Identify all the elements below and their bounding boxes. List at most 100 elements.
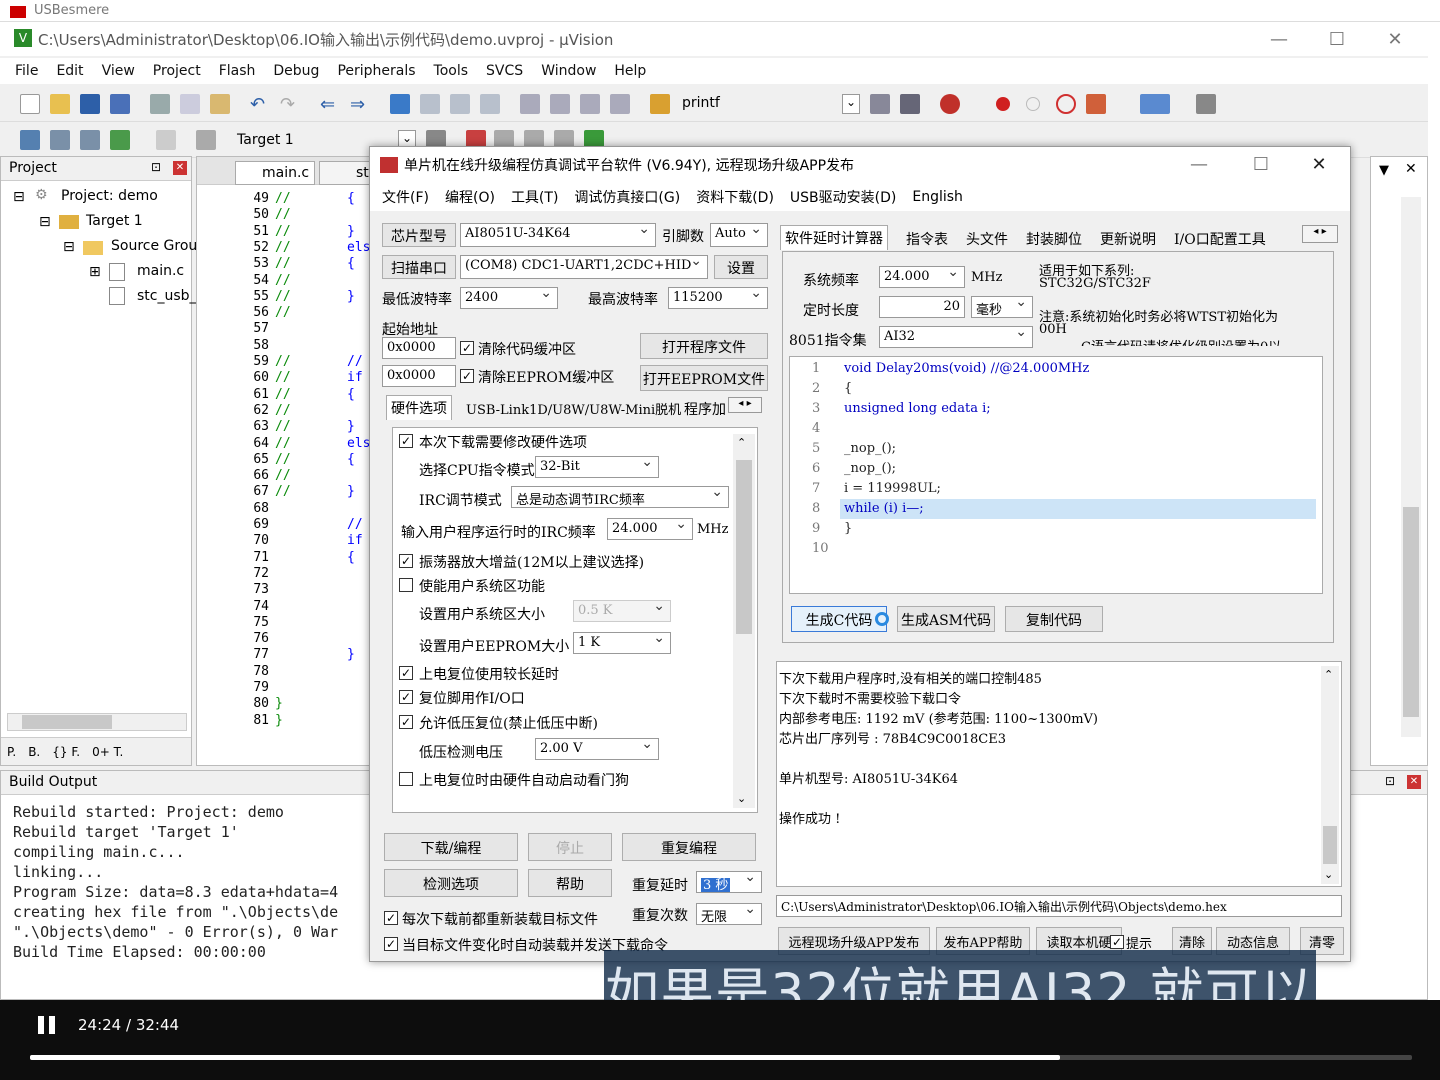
scroll-down-icon[interactable]: ⌄ — [737, 792, 746, 805]
stc-menu-program[interactable]: 编程(O) — [437, 187, 503, 207]
modify-hw-checkbox[interactable]: ✓ — [399, 434, 413, 448]
pin-icon[interactable]: ⊡ — [1385, 774, 1395, 788]
save-icon[interactable] — [80, 94, 100, 114]
tab-header-file[interactable]: 头文件 — [962, 227, 1012, 251]
find-dropdown-icon[interactable]: ⌄ — [842, 94, 860, 114]
pin-icon[interactable]: ⊡ — [151, 160, 161, 174]
eeprom-start-address-input[interactable]: 0x0000 — [382, 365, 456, 387]
prev-bookmark-icon[interactable] — [420, 94, 440, 114]
chip-type-select[interactable]: AI8051U-34K64 — [460, 223, 656, 247]
eeprom-size-select[interactable]: 1 K — [573, 632, 671, 654]
pause-icon[interactable] — [38, 1016, 44, 1034]
delay-length-input[interactable]: 20 — [879, 296, 965, 318]
help-button[interactable]: 帮助 — [528, 869, 612, 897]
scan-port-button[interactable]: 扫描串口 — [382, 255, 456, 279]
scroll-down-icon[interactable]: ⌄ — [1324, 868, 1333, 881]
tree-expand-icon[interactable]: ⊟ — [13, 189, 25, 205]
repeat-program-button[interactable]: 重复编程 — [622, 833, 756, 861]
tree-source-group[interactable]: Source Grou — [111, 238, 197, 254]
scroll-thumb[interactable] — [22, 715, 112, 729]
port-settings-button[interactable]: 设置 — [714, 255, 768, 279]
long-reset-checkbox[interactable]: ✓ — [399, 666, 413, 680]
isa-select[interactable]: AI32 — [879, 326, 1033, 348]
pause-icon-bar[interactable] — [49, 1016, 55, 1034]
menu-peripherals[interactable]: Peripherals — [328, 63, 424, 79]
tab-release-notes[interactable]: 更新说明 — [1096, 227, 1160, 251]
maximize-button[interactable]: ☐ — [1308, 22, 1366, 56]
cut-icon[interactable] — [150, 94, 170, 114]
stc-maximize-button[interactable]: ☐ — [1232, 147, 1290, 181]
video-progress-bar[interactable] — [30, 1055, 1412, 1060]
scroll-up-icon[interactable]: ⌃ — [1324, 668, 1333, 681]
pane-close-icon[interactable]: ✕ — [1405, 161, 1417, 177]
scroll-up-icon[interactable]: ⌃ — [737, 436, 746, 449]
next-bookmark-icon[interactable] — [450, 94, 470, 114]
find-text[interactable]: printf — [682, 95, 720, 111]
tab-hardware-options[interactable]: 硬件选项 — [386, 395, 452, 420]
nav-back-icon[interactable]: ⇐ — [320, 94, 340, 115]
minimize-button[interactable]: — — [1250, 22, 1308, 56]
bookmark-icon[interactable] — [390, 94, 410, 114]
stop-build-icon[interactable] — [156, 130, 176, 150]
lvd-reset-checkbox[interactable]: ✓ — [399, 715, 413, 729]
repeat-count-select[interactable]: 无限 — [696, 903, 762, 925]
dropdown-icon[interactable]: ▼ — [1379, 163, 1389, 178]
download-icon[interactable] — [196, 130, 216, 150]
sys-freq-select[interactable]: 24.000 — [879, 266, 965, 288]
pane-close-icon[interactable]: ✕ — [173, 161, 187, 175]
window-layout-icon[interactable] — [1140, 94, 1170, 114]
tab-templates[interactable]: 0+ T. — [86, 745, 129, 759]
indent-icon[interactable] — [520, 94, 540, 114]
save-all-icon[interactable] — [110, 94, 130, 114]
reload-each-checkbox[interactable]: ✓ — [384, 911, 398, 925]
tab-io-config-tool[interactable]: I/O口配置工具 — [1170, 227, 1270, 251]
configure-icon[interactable] — [1196, 94, 1216, 114]
target-select[interactable]: Target 1 — [237, 132, 294, 148]
menu-debug[interactable]: Debug — [264, 63, 328, 79]
clear-breakpoints-icon[interactable] — [1056, 94, 1076, 114]
scroll-thumb[interactable] — [736, 460, 752, 634]
delay-unit-select[interactable]: 毫秒 — [971, 296, 1033, 318]
tab-package-pins[interactable]: 封装脚位 — [1022, 227, 1086, 251]
new-file-icon[interactable] — [20, 94, 40, 114]
tab-delay-calculator[interactable]: 软件延时计算器 — [780, 225, 888, 250]
unindent-icon[interactable] — [550, 94, 570, 114]
generate-asm-code-button[interactable]: 生成ASM代码 — [897, 606, 995, 632]
tab-instruction-table[interactable]: 指令表 — [902, 227, 952, 251]
breakpoint-settings-icon[interactable] — [1086, 94, 1106, 114]
breakpoint-icon[interactable] — [996, 97, 1010, 111]
menu-svcs[interactable]: SVCS — [477, 63, 532, 79]
undo-icon[interactable]: ↶ — [250, 94, 270, 115]
scroll-thumb[interactable] — [1323, 826, 1337, 864]
chip-type-label[interactable]: 芯片型号 — [382, 223, 456, 247]
nav-forward-icon[interactable]: ⇒ — [350, 94, 370, 115]
code-start-address-input[interactable]: 0x0000 — [382, 337, 456, 359]
open-file-icon[interactable] — [50, 94, 70, 114]
tab-stc-usb[interactable]: st — [319, 161, 371, 185]
auto-reload-checkbox[interactable]: ✓ — [384, 937, 398, 951]
stc-close-button[interactable]: ✕ — [1290, 147, 1348, 181]
tree-file-main[interactable]: main.c — [137, 263, 184, 279]
hw-options-scrollbar[interactable]: ⌃ ⌄ — [733, 434, 755, 808]
copy-icon[interactable] — [180, 94, 200, 114]
osc-gain-checkbox[interactable]: ✓ — [399, 554, 413, 568]
tab-scroll-arrows-icon[interactable]: ◂ ▸ — [1302, 225, 1338, 243]
tab-main-c[interactable]: main.c — [235, 161, 315, 185]
open-eeprom-file-button[interactable]: 打开EEPROM文件 — [640, 365, 768, 391]
irc-freq-select[interactable]: 24.000 — [607, 518, 693, 540]
max-baud-select[interactable]: 115200 — [668, 287, 768, 309]
comment-icon[interactable] — [580, 94, 600, 114]
clear-eeprom-checkbox[interactable]: ✓ — [460, 369, 474, 383]
build-icon[interactable] — [50, 130, 70, 150]
cpu-mode-select[interactable]: 32-Bit — [535, 456, 659, 478]
lvd-voltage-select[interactable]: 2.00 V — [535, 738, 659, 760]
menu-help[interactable]: Help — [605, 63, 655, 79]
hex-file-path[interactable]: C:\Users\Administrator\Desktop\06.IO输入输出… — [776, 895, 1342, 917]
sys-size-select[interactable]: 0.5 K — [573, 600, 671, 622]
stc-menu-file[interactable]: 文件(F) — [374, 187, 437, 207]
debug-start-icon[interactable] — [940, 94, 960, 114]
wdt-checkbox[interactable] — [399, 772, 413, 786]
tree-target[interactable]: Target 1 — [86, 213, 143, 229]
rebuild-icon[interactable] — [80, 130, 100, 150]
code-editor[interactable]: main.c st 49 // {50 // 51 //} 52 // els 53 // {54 //… — [196, 156, 372, 766]
